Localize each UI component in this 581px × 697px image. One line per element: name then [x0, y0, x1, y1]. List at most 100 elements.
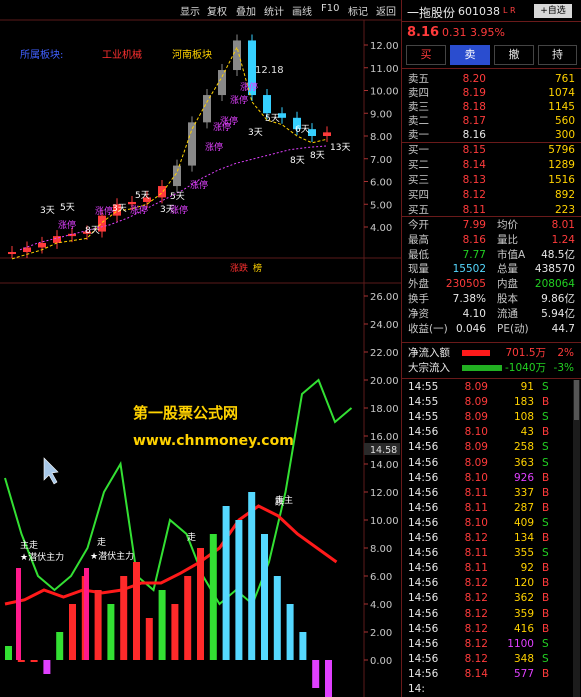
add-watchlist-button[interactable]: +自选: [534, 4, 572, 18]
tick-price: 8.10: [464, 426, 488, 439]
row-label: 卖三: [408, 101, 429, 113]
tick-volume: 362: [513, 592, 534, 605]
stock-name: 一拖股份: [407, 6, 456, 20]
row-label: 卖四: [408, 87, 429, 99]
tick-row: 14:56 8.11 337 B: [402, 486, 581, 500]
tick-volume: 416: [513, 622, 534, 635]
candle-body: [8, 252, 16, 255]
ask-row: 卖一 8.16 300: [402, 128, 581, 142]
flow-label: 净流入额: [408, 347, 450, 359]
stat-label: 市值A: [497, 248, 526, 261]
day-label: 8天: [310, 151, 325, 161]
flow-row: 净流入额 701.5万 2%: [402, 346, 581, 360]
tick-volume: 409: [513, 516, 534, 529]
stat-label: 均价: [497, 219, 518, 231]
tick-price: 8.09: [464, 396, 488, 409]
row-volume: 1289: [548, 159, 575, 171]
tick-volume: 577: [513, 667, 534, 680]
tick-side: S: [542, 381, 549, 393]
tick-price: 8.12: [464, 622, 488, 635]
tick-side: S: [542, 456, 549, 469]
row-label: 买三: [408, 174, 429, 186]
row-volume: 223: [554, 204, 575, 216]
tick-volume: 287: [513, 501, 534, 514]
tick-price: 8.12: [464, 637, 488, 650]
tick-row: 14:56 8.12 416 B: [402, 622, 581, 636]
holdings-button[interactable]: 持: [538, 45, 577, 65]
tick-row: 14:56 8.10 409 S: [402, 516, 581, 530]
limit-up-label: 涨停: [95, 205, 113, 217]
flow-value: -1040万: [504, 362, 546, 374]
axis-label: 9.00: [370, 109, 392, 120]
row-price: 8.20: [462, 73, 486, 85]
axis-label: 6.00: [370, 572, 392, 583]
tick-row: 14:56 8.11 92 B: [402, 561, 581, 575]
tick-scrollbar[interactable]: [573, 380, 580, 697]
tick-volume: 108: [513, 411, 534, 424]
indicator-bar: [325, 660, 332, 697]
tick-row: 14:56 8.14 577 B: [402, 667, 581, 681]
tick-time: 14:56: [408, 562, 439, 575]
tick-price: 8.10: [464, 471, 488, 484]
row-volume: 560: [554, 115, 575, 127]
signal-label: ★潜伏主力: [90, 550, 134, 562]
price-change: 0.31: [442, 26, 467, 39]
scrollbar-thumb[interactable]: [574, 380, 579, 420]
price-change-pct: 3.95%: [470, 26, 505, 39]
stat-label: 股本: [497, 293, 518, 305]
row-price: 8.11: [462, 204, 486, 216]
indicator-bar: [120, 576, 128, 660]
separator: [402, 342, 581, 343]
upper-axis: 12.00 11.00 10.00 9.00 8.00 7.00 6.00 5.00 4.00: [364, 41, 399, 234]
candle-body: [128, 201, 136, 205]
separator: [402, 378, 581, 379]
bid-row: 买四 8.12 892: [402, 188, 581, 202]
row-volume: 1074: [548, 87, 575, 99]
day-label: 5天: [170, 192, 185, 202]
tick-time: 14:56: [408, 577, 439, 590]
cancel-order-button[interactable]: 撤: [494, 45, 534, 65]
stat-label: 今开: [408, 219, 429, 231]
tick-price: 8.09: [464, 441, 488, 454]
row-label: 卖一: [408, 129, 429, 141]
row-label: 买二: [408, 159, 429, 171]
tick-side: S: [542, 637, 549, 650]
row-price: 8.16: [462, 129, 486, 141]
row-volume: 761: [554, 73, 575, 85]
stat-label: 量比: [497, 233, 518, 246]
limit-up-label: 涨停: [170, 204, 188, 216]
stat-row: 最低 7.77 市值A 48.5亿: [402, 248, 581, 262]
tab-updown[interactable]: 涨跌: [230, 263, 248, 274]
sell-button[interactable]: 卖: [450, 45, 490, 65]
day-label: 3天: [248, 128, 263, 138]
stock-code: 601038: [458, 5, 500, 18]
tick-time: 14:56: [408, 652, 439, 665]
watermark-url: www.chnmoney.com: [133, 433, 294, 449]
row-price: 8.13: [462, 174, 486, 186]
stat-row: 净资 4.10 流通 5.94亿: [402, 307, 581, 321]
axis-label: 5.00: [370, 200, 392, 211]
axis-label: 14.00: [370, 460, 399, 471]
bid-row: 买一 8.15 5796: [402, 143, 581, 157]
row-label: 买五: [408, 204, 429, 216]
tick-side: B: [542, 562, 550, 575]
tick-price: 8.12: [464, 607, 488, 620]
axis-label: 4.00: [370, 600, 392, 611]
tick-row: 14:55 8.09 183 B: [402, 395, 581, 409]
indicator-bar: [69, 604, 76, 660]
stat-label: 最高: [408, 233, 429, 246]
row-volume: 300: [554, 129, 575, 141]
indicator-bar: [286, 604, 294, 660]
buy-button[interactable]: 买: [406, 45, 446, 65]
limit-up-label: 涨停: [58, 219, 76, 231]
tick-price: 8.11: [464, 501, 488, 514]
tab-rank[interactable]: 榜: [253, 262, 262, 274]
axis-label: 12.00: [370, 41, 399, 52]
tick-price: 8.11: [464, 547, 488, 560]
signal-label: ★潜伏主力: [20, 551, 64, 563]
tick-time: 14:56: [408, 441, 439, 454]
tick-row: 14:56 8.10 926 B: [402, 471, 581, 485]
tick-volume: 134: [513, 532, 534, 544]
tick-price: 8.11: [464, 486, 488, 499]
chart-area[interactable]: 显示 复权 叠加 统计 画线 F10 标记 返回 所属板块: 工业机械 河南板块…: [0, 0, 401, 697]
